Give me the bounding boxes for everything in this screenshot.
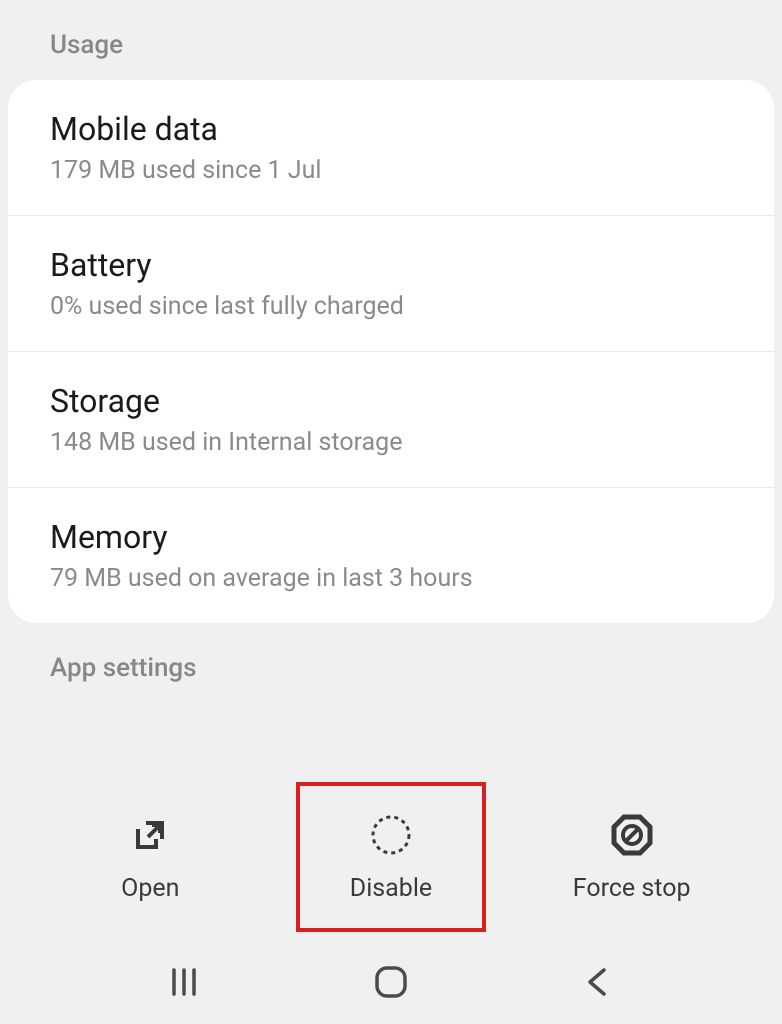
battery-item[interactable]: Battery 0% used since last fully charged <box>8 216 774 352</box>
battery-title: Battery <box>50 246 732 284</box>
action-bar: Open Disable Force stop <box>0 782 782 932</box>
recents-button[interactable] <box>160 958 208 1006</box>
navigation-bar <box>0 940 782 1024</box>
mobile-data-title: Mobile data <box>50 110 732 148</box>
app-settings-section-header: App settings <box>0 623 782 703</box>
battery-subtitle: 0% used since last fully charged <box>50 292 732 321</box>
memory-title: Memory <box>50 518 732 556</box>
recents-icon <box>166 964 202 1000</box>
home-icon <box>371 962 411 1002</box>
force-stop-label: Force stop <box>573 874 691 903</box>
open-button[interactable]: Open <box>55 782 245 932</box>
open-icon <box>127 812 173 858</box>
mobile-data-item[interactable]: Mobile data 179 MB used since 1 Jul <box>8 80 774 216</box>
storage-item[interactable]: Storage 148 MB used in Internal storage <box>8 352 774 488</box>
disable-button[interactable]: Disable <box>296 782 486 932</box>
usage-card: Mobile data 179 MB used since 1 Jul Batt… <box>8 80 774 623</box>
open-label: Open <box>121 874 179 903</box>
memory-subtitle: 79 MB used on average in last 3 hours <box>50 564 732 593</box>
force-stop-icon <box>609 812 655 858</box>
storage-subtitle: 148 MB used in Internal storage <box>50 428 732 457</box>
back-icon <box>580 964 616 1000</box>
home-button[interactable] <box>367 958 415 1006</box>
disable-label: Disable <box>350 874 432 903</box>
storage-title: Storage <box>50 382 732 420</box>
usage-section-header: Usage <box>0 0 782 80</box>
memory-item[interactable]: Memory 79 MB used on average in last 3 h… <box>8 488 774 623</box>
force-stop-button[interactable]: Force stop <box>537 782 727 932</box>
mobile-data-subtitle: 179 MB used since 1 Jul <box>50 156 732 185</box>
back-button[interactable] <box>574 958 622 1006</box>
disable-icon <box>368 812 414 858</box>
